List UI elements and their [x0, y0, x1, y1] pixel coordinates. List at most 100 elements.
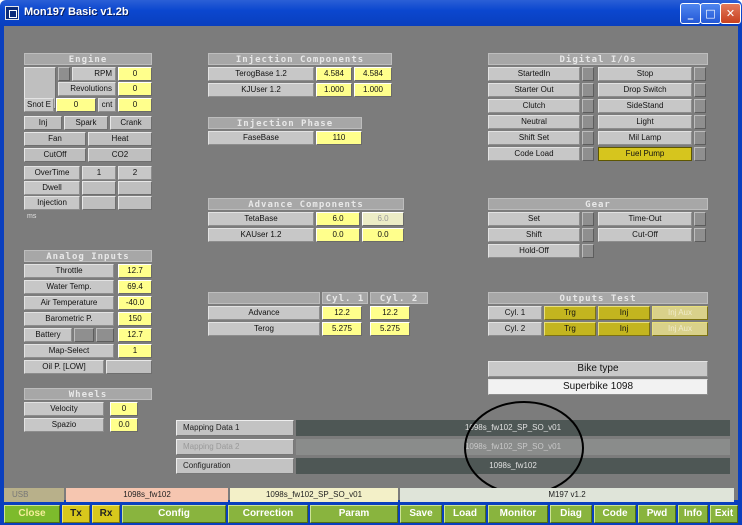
code-button[interactable]: Code — [594, 505, 636, 523]
tx-button[interactable]: Tx — [62, 505, 90, 523]
analog-value: 12.7 — [118, 264, 152, 278]
cutoff-button[interactable]: CutOff — [24, 148, 86, 162]
kauser-label: KAUser 1.2 — [208, 228, 314, 242]
rpm-label: RPM — [72, 67, 116, 81]
cyl2-header: Cyl. 2 — [370, 292, 428, 304]
velocity-value: 0 — [110, 402, 138, 416]
cnt-label: cnt — [98, 98, 116, 112]
dwell-2 — [118, 181, 152, 195]
config-button[interactable]: Config — [122, 505, 226, 523]
cyl2-inj-button[interactable]: Inj — [598, 322, 650, 336]
analog-label: Air Temperature — [24, 296, 114, 310]
gear-shift-led — [582, 228, 594, 242]
analog-value: -40.0 — [118, 296, 152, 310]
tetabase-cyl1: 6.0 — [316, 212, 360, 226]
crank-button[interactable]: Crank — [110, 116, 152, 130]
spazio-value: 0.0 — [110, 418, 138, 432]
oil-pressure-indicator — [106, 360, 152, 374]
kjuser-cyl1: 1.000 — [316, 83, 352, 97]
digital-right-led — [694, 99, 706, 113]
save-button[interactable]: Save — [400, 505, 442, 523]
digital-left-led — [582, 67, 594, 81]
spark-button[interactable]: Spark — [64, 116, 108, 130]
load-button[interactable]: Load — [444, 505, 486, 523]
analog-value: 69.4 — [118, 280, 152, 294]
gear-timeout-led — [694, 212, 706, 226]
tetabase-label: TetaBase — [208, 212, 314, 226]
info-button[interactable]: Info — [678, 505, 708, 523]
gear-title: Gear — [488, 198, 708, 210]
param-button[interactable]: Param — [310, 505, 398, 523]
terogbase-cyl1: 4.584 — [316, 67, 352, 81]
mapping-data-1-label: Mapping Data 1 — [176, 420, 294, 436]
digital-left-label: Starter Out — [488, 83, 580, 97]
analog-value: 1 — [118, 344, 152, 358]
kjuser-label: KJUser 1.2 — [208, 83, 314, 97]
digital-left-led — [582, 99, 594, 113]
cyl1-header: Cyl. 1 — [322, 292, 368, 304]
spazio-label: Spazio — [24, 418, 104, 432]
minimize-button[interactable]: _ — [680, 3, 701, 24]
cyl1-trg-button[interactable]: Trg — [544, 306, 596, 320]
maximize-button[interactable]: □ — [700, 3, 721, 24]
analog-label: Water Temp. — [24, 280, 114, 294]
digital-left-led — [582, 147, 594, 161]
close-window-button[interactable]: ✕ — [720, 3, 741, 24]
digital-left-led — [582, 131, 594, 145]
snot-label: Snot E — [24, 98, 54, 112]
digital-right-label: SideStand — [598, 99, 692, 113]
terog-cyl2: 5.275 — [370, 322, 410, 336]
terog-label: Terog — [208, 322, 320, 336]
wheels-title: Wheels — [24, 388, 152, 400]
revolutions-value: 0 — [118, 82, 152, 96]
gear-set-led — [582, 212, 594, 226]
gear-holdoff-led — [582, 244, 594, 258]
cyl1-inj-button[interactable]: Inj — [598, 306, 650, 320]
kauser-cyl2: 0.0 — [362, 228, 404, 242]
digital-left-led — [582, 115, 594, 129]
digital-left-led — [582, 83, 594, 97]
analog-label: Throttle — [24, 264, 114, 278]
injection-phase-title: Injection Phase — [208, 117, 362, 129]
exit-button[interactable]: Exit — [710, 505, 738, 523]
usb-status: USB — [4, 488, 64, 502]
analog-label: Battery — [24, 328, 72, 342]
snot-value: 0 — [56, 98, 96, 112]
fuel-pump-indicator: Fuel Pump — [598, 147, 692, 161]
rpm-value: 0 — [118, 67, 152, 81]
pwd-button[interactable]: Pwd — [638, 505, 676, 523]
injection-2 — [118, 196, 152, 210]
rx-button[interactable]: Rx — [92, 505, 120, 523]
analog-value: 150 — [118, 312, 152, 326]
kauser-cyl1: 0.0 — [316, 228, 360, 242]
inj-button[interactable]: Inj — [24, 116, 62, 130]
digital-right-led — [694, 131, 706, 145]
digital-left-label: StartedIn — [488, 67, 580, 81]
terogbase-label: TerogBase 1.2 — [208, 67, 314, 81]
injection-1 — [82, 196, 116, 210]
digital-right-label: Drop Switch — [598, 83, 692, 97]
digital-right-label: Light — [598, 115, 692, 129]
digital-right-led — [694, 115, 706, 129]
analog-value: 12.7 — [118, 328, 152, 342]
monitor-button[interactable]: Monitor — [488, 505, 548, 523]
title-bar[interactable]: Mon197 Basic v1.2b _ □ ✕ — [0, 0, 742, 26]
injection-components-title: Injection Components — [208, 53, 392, 65]
digital-left-label: Code Load — [488, 147, 580, 161]
cyl2-trg-button[interactable]: Trg — [544, 322, 596, 336]
fasebase-label: FaseBase — [208, 131, 314, 145]
correction-button[interactable]: Correction — [228, 505, 308, 523]
diag-button[interactable]: Diag — [550, 505, 592, 523]
fasebase-value: 110 — [316, 131, 362, 145]
gear-holdoff-label: Hold-Off — [488, 244, 580, 258]
annotation-circle — [464, 401, 584, 495]
cyl1-injaux-button[interactable]: Inj Aux — [652, 306, 708, 320]
cyl2-injaux-button[interactable]: Inj Aux — [652, 322, 708, 336]
analog-label: Map-Select — [24, 344, 114, 358]
gear-timeout-label: Time-Out — [598, 212, 692, 226]
heat-button[interactable]: Heat — [88, 132, 152, 146]
close-button[interactable]: Close — [4, 505, 60, 523]
digital-right-label: Stop — [598, 67, 692, 81]
co2-button[interactable]: CO2 — [88, 148, 152, 162]
fan-button[interactable]: Fan — [24, 132, 86, 146]
